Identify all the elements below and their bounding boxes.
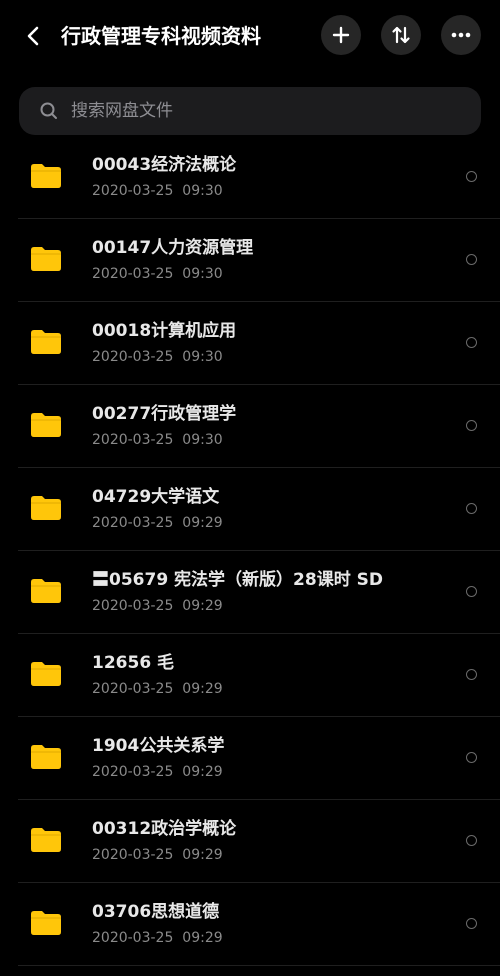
file-date: 2020-03-25 09:29 <box>92 596 223 616</box>
file-date-day: 2020-03-25 <box>92 681 174 697</box>
page-title: 行政管理专科视频资料 <box>61 24 261 48</box>
folder-icon <box>31 662 61 686</box>
file-row[interactable]: 00147人力资源管理 2020-03-25 09:30 <box>0 219 500 302</box>
file-row[interactable]: 12656 毛 2020-03-25 09:29 <box>0 634 500 717</box>
sort-button[interactable] <box>381 15 421 55</box>
folder-icon <box>31 828 61 852</box>
select-radio[interactable] <box>466 337 477 348</box>
file-name: 00312政治学概论 <box>92 819 237 839</box>
more-button[interactable] <box>441 15 481 55</box>
file-row[interactable]: 00018计算机应用 2020-03-25 09:30 <box>0 302 500 385</box>
select-radio[interactable] <box>466 752 477 763</box>
file-name: 12656 毛 <box>92 653 175 673</box>
file-date-time: 09:29 <box>182 598 223 614</box>
file-date-time: 09:30 <box>182 183 223 199</box>
select-radio[interactable] <box>466 918 477 929</box>
file-date: 2020-03-25 09:30 <box>92 264 223 284</box>
chevron-left-icon <box>27 26 39 46</box>
file-date: 2020-03-25 09:30 <box>92 181 223 201</box>
file-date: 2020-03-25 09:29 <box>92 679 223 699</box>
file-row[interactable]: 04729大学语文 2020-03-25 09:29 <box>0 468 500 551</box>
file-name: 00018计算机应用 <box>92 321 237 341</box>
select-radio[interactable] <box>466 586 477 597</box>
folder-icon <box>31 579 61 603</box>
file-date-gap <box>173 681 182 697</box>
more-horizontal-icon <box>451 32 471 38</box>
file-date: 2020-03-25 09:30 <box>92 347 223 367</box>
file-date-time: 09:29 <box>182 847 223 863</box>
file-row[interactable]: 1904公共关系学 2020-03-25 09:29 <box>0 717 500 800</box>
file-date-time: 09:29 <box>182 764 223 780</box>
file-row[interactable]: 03706思想道德 2020-03-25 09:29 <box>0 883 500 966</box>
file-date-day: 2020-03-25 <box>92 183 174 199</box>
file-date-time: 09:30 <box>182 349 223 365</box>
select-radio[interactable] <box>466 835 477 846</box>
file-date: 2020-03-25 09:29 <box>92 513 223 533</box>
file-date-gap <box>173 432 182 448</box>
file-row[interactable]: 〓05679 宪法学（新版）28课时 SD 2020-03-25 09:29 <box>0 551 500 634</box>
plus-icon <box>332 26 350 44</box>
folder-icon <box>31 413 61 437</box>
file-row[interactable]: 00277行政管理学 2020-03-25 09:30 <box>0 385 500 468</box>
file-row[interactable]: 00043经济法概论 2020-03-25 09:30 <box>0 136 500 219</box>
select-radio[interactable] <box>466 669 477 680</box>
folder-icon <box>31 247 61 271</box>
search-icon <box>40 102 57 119</box>
file-date-time: 09:30 <box>182 266 223 282</box>
select-radio[interactable] <box>466 420 477 431</box>
select-radio[interactable] <box>466 171 477 182</box>
file-date: 2020-03-25 09:30 <box>92 430 223 450</box>
file-date-day: 2020-03-25 <box>92 515 174 531</box>
file-date-time: 09:30 <box>182 432 223 448</box>
folder-icon <box>31 911 61 935</box>
file-list: 00043经济法概论 2020-03-25 09:30 00147人力资源管理 202… <box>0 136 500 966</box>
file-name: 00147人力资源管理 <box>92 238 254 258</box>
file-name: 03706思想道德 <box>92 902 220 922</box>
file-name: 04729大学语文 <box>92 487 220 507</box>
folder-icon <box>31 496 61 520</box>
file-name: 00043经济法概论 <box>92 155 237 175</box>
select-radio[interactable] <box>466 503 477 514</box>
file-date: 2020-03-25 09:29 <box>92 928 223 948</box>
search-input[interactable]: 搜索网盘文件 <box>19 87 481 135</box>
row-divider <box>18 965 500 966</box>
folder-icon <box>31 330 61 354</box>
search-placeholder: 搜索网盘文件 <box>71 101 173 121</box>
file-date-day: 2020-03-25 <box>92 930 174 946</box>
file-date-gap <box>173 515 182 531</box>
file-date: 2020-03-25 09:29 <box>92 762 223 782</box>
file-name: 〓05679 宪法学（新版）28课时 SD <box>92 570 383 590</box>
file-date-time: 09:29 <box>182 515 223 531</box>
folder-icon <box>31 164 61 188</box>
file-date-day: 2020-03-25 <box>92 598 174 614</box>
select-radio[interactable] <box>466 254 477 265</box>
file-date-day: 2020-03-25 <box>92 432 174 448</box>
file-name: 00277行政管理学 <box>92 404 237 424</box>
file-date-gap <box>173 764 182 780</box>
file-date-time: 09:29 <box>182 930 223 946</box>
file-date-gap <box>173 183 182 199</box>
add-button[interactable] <box>321 15 361 55</box>
sort-icon <box>392 26 410 44</box>
file-date-time: 09:29 <box>182 681 223 697</box>
file-date-day: 2020-03-25 <box>92 847 174 863</box>
back-button[interactable] <box>18 20 48 52</box>
file-date: 2020-03-25 09:29 <box>92 845 223 865</box>
file-date-day: 2020-03-25 <box>92 266 174 282</box>
file-date-day: 2020-03-25 <box>92 349 174 365</box>
file-name: 1904公共关系学 <box>92 736 225 756</box>
file-row[interactable]: 00312政治学概论 2020-03-25 09:29 <box>0 800 500 883</box>
folder-icon <box>31 745 61 769</box>
file-date-gap <box>173 847 182 863</box>
file-date-gap <box>173 266 182 282</box>
file-date-gap <box>173 930 182 946</box>
file-date-gap <box>173 349 182 365</box>
file-date-day: 2020-03-25 <box>92 764 174 780</box>
file-date-gap <box>173 598 182 614</box>
top-bar: 行政管理专科视频资料 <box>0 0 500 74</box>
